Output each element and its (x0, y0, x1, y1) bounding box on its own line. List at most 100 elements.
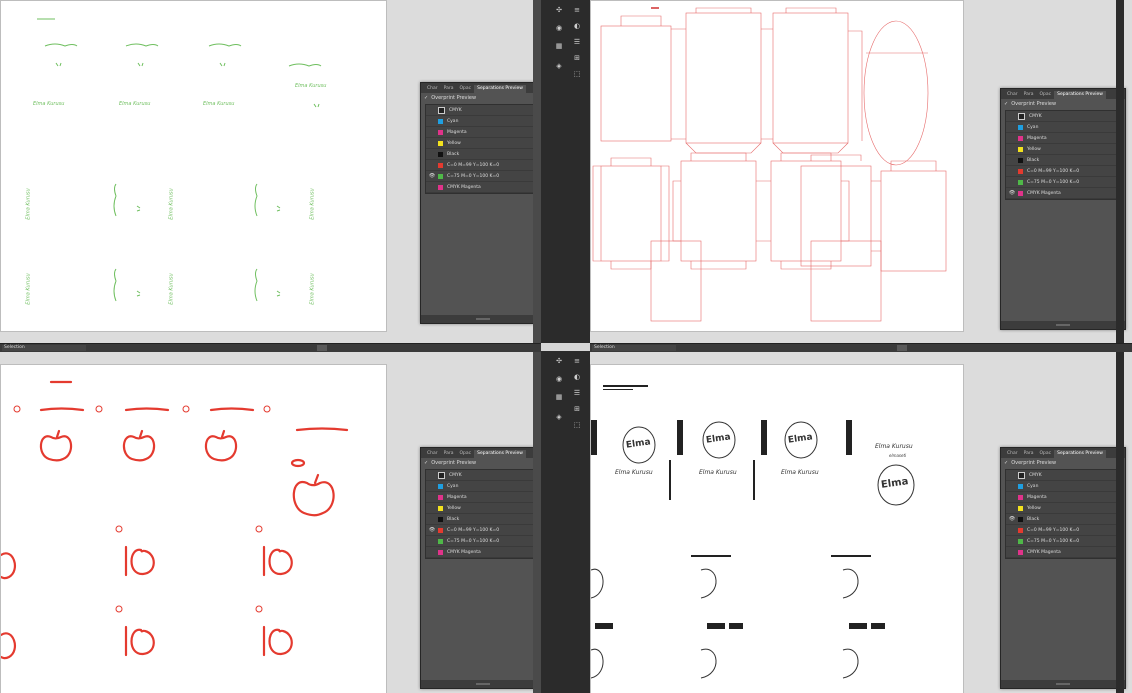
separation-label: C=75 M=0 Y=100 K=0 (447, 173, 500, 179)
separation-row-green-spot[interactable]: 👁 C=75 M=0 Y=100 K=0 (426, 171, 540, 182)
tab-paragraph[interactable]: Para (441, 85, 457, 93)
tab-separations-preview[interactable]: Separations Preview (474, 450, 526, 458)
tools-strip-top: ✣ ◉ ▦ ◈ ≡ ◐ ☰ ⊞ ⬚ (541, 0, 590, 343)
separation-row-cyan[interactable]: Cyan (426, 481, 540, 492)
separation-row-cmyk[interactable]: CMYK (426, 470, 540, 481)
eye-icon[interactable]: 👁 (1006, 190, 1018, 196)
overprint-preview-checkbox[interactable]: ✓ Overprint Preview (1001, 458, 1125, 468)
tab-separations-preview[interactable]: Separations Preview (1054, 450, 1106, 458)
vertical-scrollbar[interactable] (1116, 351, 1124, 693)
tab-character[interactable]: Char (1004, 450, 1021, 458)
separation-row-black[interactable]: 👁 Black (1006, 514, 1120, 525)
tab-separations-preview[interactable]: Separations Preview (474, 85, 526, 93)
tab-opacity[interactable]: Opac (457, 450, 475, 458)
separation-row-cyan[interactable]: Cyan (1006, 122, 1120, 133)
swatch-icon (438, 151, 443, 157)
tab-paragraph[interactable]: Para (1021, 91, 1037, 99)
separation-row-cmyk-magenta[interactable]: 👁 CMYK Magenta (1006, 188, 1120, 199)
separation-row-green-spot[interactable]: C=75 M=0 Y=100 K=0 (426, 536, 540, 547)
artboard-icon[interactable]: ⬚ (573, 421, 581, 429)
swatches-icon[interactable]: ▦ (555, 393, 563, 401)
color-wheel-icon[interactable]: ◉ (555, 375, 563, 383)
current-tool-label: Selection (4, 345, 25, 350)
pane-bottom-left: Char Para Opac Separations Preview ✓ Over… (0, 351, 541, 693)
eye-icon[interactable]: 👁 (1006, 516, 1018, 522)
artboard-red[interactable] (0, 364, 387, 693)
separation-row-magenta[interactable]: Magenta (426, 127, 540, 138)
swatch-icon (1018, 157, 1023, 163)
tab-paragraph[interactable]: Para (1021, 450, 1037, 458)
align-icon[interactable]: ☰ (573, 38, 581, 46)
separation-row-black[interactable]: Black (426, 514, 540, 525)
separation-row-magenta[interactable]: Magenta (426, 492, 540, 503)
eye-icon[interactable]: 👁 (426, 173, 438, 179)
artboard-green[interactable]: Elma Kurusu Elma Kurusu Elma Kurusu Elma… (0, 0, 387, 332)
separation-row-cmyk-magenta[interactable]: CMYK Magenta (426, 182, 540, 193)
separation-row-green-spot[interactable]: C=75 M=0 Y=100 K=0 (1006, 177, 1120, 188)
separation-row-yellow[interactable]: Yellow (426, 503, 540, 514)
separation-row-cmyk[interactable]: CMYK (426, 105, 540, 116)
separation-row-cmyk-magenta[interactable]: CMYK Magenta (1006, 547, 1120, 558)
overprint-preview-checkbox[interactable]: ✓ Overprint Preview (1001, 99, 1125, 109)
tab-opacity[interactable]: Opac (457, 85, 475, 93)
separation-row-magenta[interactable]: Magenta (1006, 492, 1120, 503)
separation-row-magenta[interactable]: Magenta (1006, 133, 1120, 144)
eye-icon[interactable]: 👁 (426, 527, 438, 533)
artboard-dieline[interactable] (590, 0, 964, 332)
separation-row-black[interactable]: Black (1006, 155, 1120, 166)
artboard-black[interactable]: Elma Elma Elma Elma Elma Kurusu Elma Kur… (590, 364, 964, 693)
vertical-scrollbar[interactable] (1116, 0, 1124, 343)
panel-icon[interactable]: ≡ (573, 6, 581, 14)
separation-row-red-spot[interactable]: C=0 M=99 Y=100 K=0 (426, 160, 540, 171)
separation-label: C=75 M=0 Y=100 K=0 (1027, 179, 1080, 185)
horizontal-scroll-thumb[interactable] (897, 345, 907, 351)
separation-row-cmyk-magenta[interactable]: CMYK Magenta (426, 547, 540, 558)
artboard-icon[interactable]: ⬚ (573, 70, 581, 78)
vertical-scrollbar[interactable] (533, 0, 541, 343)
separation-row-cyan[interactable]: Cyan (426, 116, 540, 127)
swatch-icon (1018, 190, 1023, 196)
separations-list: CMYK Cyan Magenta Yellow Black 👁 C=0 M=99… (425, 469, 541, 559)
tab-separations-preview[interactable]: Separations Preview (1054, 91, 1106, 99)
brush-icon[interactable]: ✣ (555, 6, 563, 14)
swatch-icon (438, 184, 443, 190)
align-icon[interactable]: ☰ (573, 389, 581, 397)
appearance-icon[interactable]: ◐ (573, 22, 581, 30)
swatch-icon (1018, 168, 1023, 174)
horizontal-scroll-thumb[interactable] (317, 345, 327, 351)
color-wheel-icon[interactable]: ◉ (555, 24, 563, 32)
separations-list: CMYK Cyan Magenta Yellow 👁 Black C=0 M=99… (1005, 469, 1121, 559)
cmyk-icon (1018, 471, 1025, 479)
transform-icon[interactable]: ⊞ (573, 405, 581, 413)
separation-row-green-spot[interactable]: C=75 M=0 Y=100 K=0 (1006, 536, 1120, 547)
separation-row-cmyk[interactable]: CMYK (1006, 470, 1120, 481)
panel-footer (1001, 321, 1125, 329)
transform-icon[interactable]: ⊞ (573, 54, 581, 62)
brush-icon[interactable]: ✣ (555, 357, 563, 365)
swatches-icon[interactable]: ▦ (555, 42, 563, 50)
layers-icon[interactable]: ◈ (555, 413, 563, 421)
swatch-icon (1018, 179, 1023, 185)
tab-character[interactable]: Char (424, 450, 441, 458)
separation-row-yellow[interactable]: Yellow (426, 138, 540, 149)
separation-row-cyan[interactable]: Cyan (1006, 481, 1120, 492)
overprint-preview-checkbox[interactable]: ✓ Overprint Preview (421, 93, 541, 103)
overprint-preview-checkbox[interactable]: ✓ Overprint Preview (421, 458, 541, 468)
separations-list: CMYK Cyan Magenta Yellow Black C=0 M=99 … (1005, 110, 1121, 200)
separation-row-red-spot[interactable]: C=0 M=99 Y=100 K=0 (1006, 166, 1120, 177)
tab-opacity[interactable]: Opac (1037, 450, 1055, 458)
tab-character[interactable]: Char (424, 85, 441, 93)
tab-opacity[interactable]: Opac (1037, 91, 1055, 99)
vertical-scrollbar[interactable] (533, 351, 541, 693)
separation-row-red-spot[interactable]: 👁 C=0 M=99 Y=100 K=0 (426, 525, 540, 536)
tab-paragraph[interactable]: Para (441, 450, 457, 458)
separation-row-black[interactable]: Black (426, 149, 540, 160)
tab-character[interactable]: Char (1004, 91, 1021, 99)
separation-row-red-spot[interactable]: C=0 M=99 Y=100 K=0 (1006, 525, 1120, 536)
layers-icon[interactable]: ◈ (555, 62, 563, 70)
appearance-icon[interactable]: ◐ (573, 373, 581, 381)
panel-icon[interactable]: ≡ (573, 357, 581, 365)
separation-row-yellow[interactable]: Yellow (1006, 144, 1120, 155)
separation-row-yellow[interactable]: Yellow (1006, 503, 1120, 514)
separation-row-cmyk[interactable]: CMYK (1006, 111, 1120, 122)
